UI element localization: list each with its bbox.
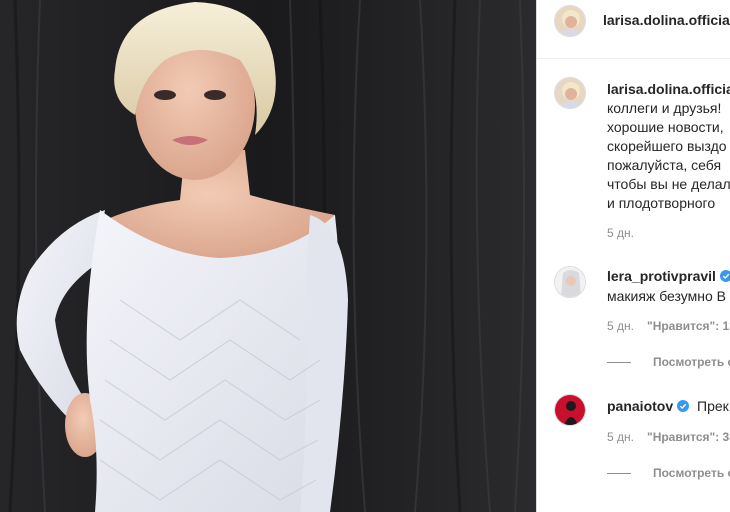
caption-line: коллеги и друзья! xyxy=(607,100,722,116)
verified-badge-icon xyxy=(677,400,690,412)
photo-scene xyxy=(0,0,536,512)
view-replies-button[interactable]: Посмотреть о xyxy=(653,355,730,369)
comment-username-text: panaiotov xyxy=(607,398,674,414)
caption-avatar[interactable] xyxy=(554,77,586,109)
comment-likes[interactable]: "Нравится": 13 xyxy=(647,319,730,333)
comment-text: Прек xyxy=(697,398,729,414)
comment-timestamp[interactable]: 5 дн. xyxy=(607,430,634,444)
verified-badge-icon xyxy=(719,270,730,282)
caption-line: хорошие новости, xyxy=(607,119,724,135)
replies-divider xyxy=(607,473,631,474)
avatar-image xyxy=(555,267,585,297)
caption-line: чтобы вы не делал xyxy=(607,176,730,192)
comment-avatar[interactable] xyxy=(554,394,586,426)
caption-line: пожалуйста, себя xyxy=(607,157,722,173)
comment-timestamp[interactable]: 5 дн. xyxy=(607,319,634,333)
comment-likes[interactable]: "Нравится": 38 xyxy=(647,430,730,444)
comment-username-text: lera_protivpravil xyxy=(607,268,716,284)
header-username[interactable]: larisa.dolina.official xyxy=(603,12,730,28)
caption-timestamp[interactable]: 5 дн. xyxy=(607,226,634,240)
side-panel: larisa.dolina.official larisa.dolina.off… xyxy=(537,0,730,512)
avatar-image xyxy=(555,395,585,425)
caption-line: скорейшего выздо xyxy=(607,138,727,154)
comment-text: макияж безумно В xyxy=(607,288,727,304)
avatar-image xyxy=(555,78,585,108)
replies-divider xyxy=(607,362,631,363)
author-avatar[interactable] xyxy=(554,5,586,37)
post-photo[interactable] xyxy=(0,0,536,512)
comment-avatar[interactable] xyxy=(554,266,586,298)
comment-username[interactable]: panaiotov Прек xyxy=(607,398,729,414)
avatar-image xyxy=(555,6,585,36)
caption-username[interactable]: larisa.dolina.official xyxy=(607,81,730,97)
comment-username[interactable]: lera_protivpravil xyxy=(607,268,730,284)
view-replies-button[interactable]: Посмотреть о xyxy=(653,466,730,480)
post-header: larisa.dolina.official xyxy=(537,0,730,59)
caption-line: и плодотворного xyxy=(607,195,716,211)
